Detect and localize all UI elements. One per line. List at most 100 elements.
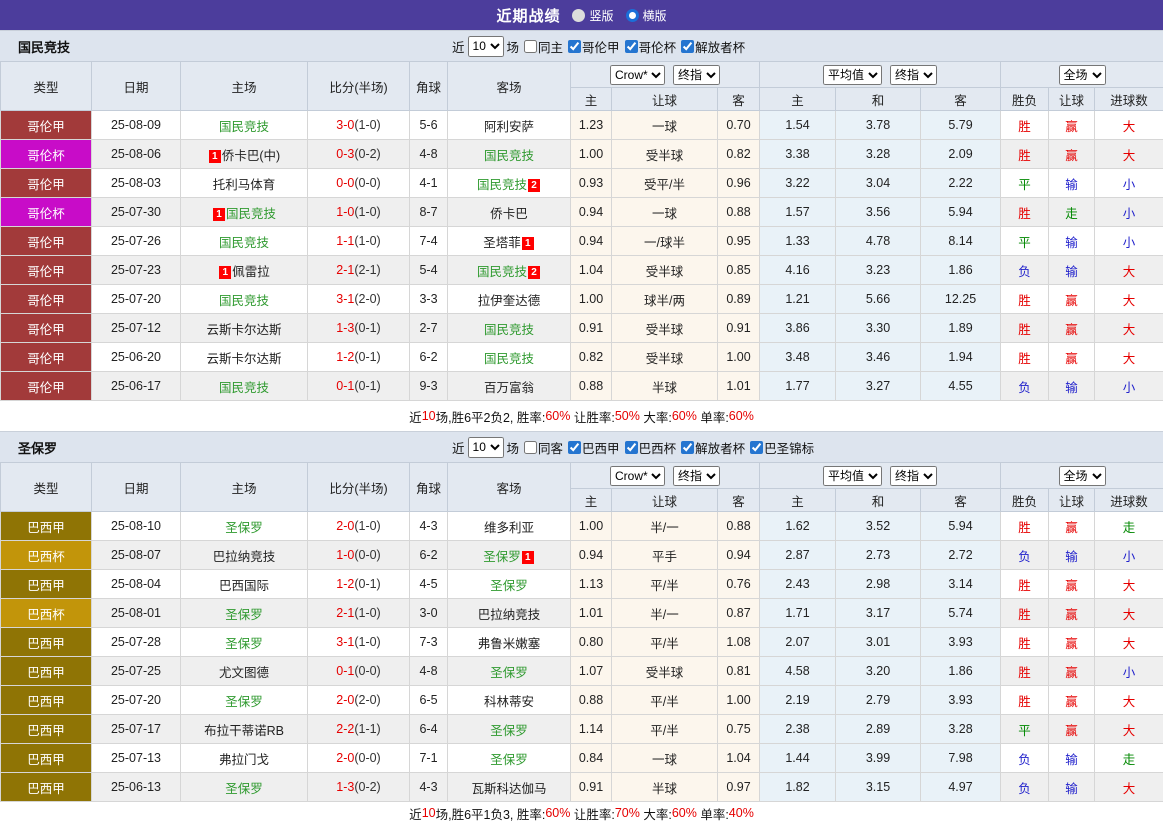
team-link[interactable]: 国民竞技 (219, 294, 269, 308)
team-link[interactable]: 尤文图德 (219, 666, 269, 680)
bookmaker-select[interactable]: Crow* (610, 65, 665, 85)
team-link[interactable]: 圣保罗 (225, 608, 263, 622)
odds-stage-select-2[interactable]: 终指 (890, 65, 937, 85)
team-link[interactable]: 圣保罗 (225, 637, 263, 651)
team-link[interactable]: 国民竞技 (226, 207, 276, 221)
league-checkbox-input[interactable] (625, 441, 638, 454)
team-link[interactable]: 圣保罗 (490, 579, 528, 593)
team-link[interactable]: 圣保罗 (225, 782, 263, 796)
team-link[interactable]: 百万富翁 (484, 381, 534, 395)
team-link[interactable]: 佩雷拉 (232, 265, 270, 279)
team-link[interactable]: 圣保罗 (490, 666, 528, 680)
team-link[interactable]: 侨卡巴 (490, 207, 528, 221)
average-select[interactable]: 平均值 (823, 65, 882, 85)
league-checkbox-input[interactable] (568, 441, 581, 454)
team-link[interactable]: 弗拉门戈 (219, 753, 269, 767)
team-link[interactable]: 科林蒂安 (484, 695, 534, 709)
team-link[interactable]: 云斯卡尔达斯 (206, 352, 281, 366)
team-link[interactable]: 布拉干蒂诺RB (204, 724, 284, 738)
average-select[interactable]: 平均值 (823, 466, 882, 486)
results-table-team1: 类型 日期 主场 比分(半场) 角球 客场 Crow*终指 平均值终指 全场 主… (0, 61, 1163, 401)
avg-draw-cell: 3.17 (836, 599, 921, 628)
result-wdl-cell: 负 (1001, 773, 1049, 802)
date-cell: 25-08-06 (92, 140, 181, 169)
odds-away-cell: 1.00 (718, 686, 760, 715)
fulltime-select[interactable]: 全场 (1059, 466, 1106, 486)
avg-away-cell: 5.79 (921, 111, 1001, 140)
team-link[interactable]: 圣保罗 (225, 521, 263, 535)
result-handicap-cell: 赢 (1049, 343, 1095, 372)
team-link[interactable]: 国民竞技 (484, 352, 534, 366)
fulltime-select[interactable]: 全场 (1059, 65, 1106, 85)
team-link[interactable]: 阿利安萨 (484, 120, 534, 134)
bookmaker-select[interactable]: Crow* (610, 466, 665, 486)
team-link[interactable]: 拉伊奎达德 (478, 294, 541, 308)
team-link[interactable]: 国民竞技 (219, 381, 269, 395)
league-checkbox[interactable]: 哥伦杯 (620, 37, 677, 56)
odds-stage-select-1[interactable]: 终指 (673, 65, 720, 85)
same-venue-checkbox-input[interactable] (524, 441, 537, 454)
team-link[interactable]: 国民竞技 (219, 120, 269, 134)
team-link[interactable]: 国民竞技 (484, 323, 534, 337)
team-link[interactable]: 圣保罗 (225, 695, 263, 709)
result-goals-cell: 大 (1095, 111, 1163, 140)
team-link[interactable]: 国民竞技 (219, 236, 269, 250)
avg-away-cell: 3.93 (921, 628, 1001, 657)
score-cell: 2-1(1-0) (308, 599, 410, 628)
match-row: 哥伦甲25-08-09国民竞技3-0(1-0)5-6阿利安萨1.23一球0.70… (1, 111, 1163, 140)
avg-away-cell: 2.72 (921, 541, 1001, 570)
radio-selected-icon[interactable] (626, 9, 639, 22)
league-checkbox[interactable]: 巴圣锦标 (745, 438, 814, 457)
halftime-score: (2-1) (354, 263, 380, 277)
team-link[interactable]: 云斯卡尔达斯 (206, 323, 281, 337)
team-link[interactable]: 圣保罗 (490, 724, 528, 738)
team-link[interactable]: 国民竞技 (477, 265, 527, 279)
team-link[interactable]: 侨卡巴(中) (222, 149, 280, 163)
team-link[interactable]: 圣保罗 (490, 753, 528, 767)
home-team-cell: 1佩雷拉 (181, 256, 308, 285)
layout-vertical-radio[interactable]: 竖版 (572, 7, 613, 24)
league-checkbox-input[interactable] (750, 441, 763, 454)
odds-stage-select-2[interactable]: 终指 (890, 466, 937, 486)
team-link[interactable]: 圣保罗 (483, 550, 521, 564)
team-link[interactable]: 国民竞技 (484, 149, 534, 163)
corner-cell: 9-3 (410, 372, 448, 401)
fulltime-score: 1-2 (336, 577, 354, 591)
league-checkbox[interactable]: 巴西杯 (620, 438, 677, 457)
team-link[interactable]: 维多利亚 (484, 521, 534, 535)
avg-draw-cell: 5.66 (836, 285, 921, 314)
league-checkbox-input[interactable] (568, 40, 581, 53)
team-link[interactable]: 巴拉纳竞技 (478, 608, 541, 622)
match-count-select[interactable]: 10 (468, 437, 504, 458)
league-checkbox[interactable]: 哥伦甲 (563, 37, 620, 56)
league-checkbox[interactable]: 巴西甲 (563, 438, 620, 457)
team-link[interactable]: 弗鲁米嫩塞 (478, 637, 541, 651)
team-link[interactable]: 圣塔菲 (483, 236, 521, 250)
league-checkbox[interactable]: 解放者杯 (676, 438, 745, 457)
team-link[interactable]: 国民竞技 (477, 178, 527, 192)
same-venue-checkbox[interactable]: 同主 (519, 37, 563, 56)
sub-col-handicap: 让球 (612, 489, 718, 512)
league-checkbox-input[interactable] (681, 40, 694, 53)
same-venue-checkbox[interactable]: 同客 (519, 438, 563, 457)
league-checkbox[interactable]: 解放者杯 (676, 37, 745, 56)
league-checkbox-input[interactable] (625, 40, 638, 53)
corner-cell: 4-3 (410, 512, 448, 541)
team-link[interactable]: 巴西国际 (219, 579, 269, 593)
odds-stage-select-1[interactable]: 终指 (673, 466, 720, 486)
avg-draw-cell: 3.78 (836, 111, 921, 140)
same-venue-checkbox-input[interactable] (524, 40, 537, 53)
corner-cell: 6-2 (410, 343, 448, 372)
team-link[interactable]: 瓦斯科达伽马 (471, 782, 546, 796)
match-count-select[interactable]: 10 (468, 36, 504, 57)
team-link[interactable]: 巴拉纳竞技 (213, 550, 276, 564)
odds-handicap-cell: 一球 (612, 198, 718, 227)
league-checkbox-input[interactable] (681, 441, 694, 454)
avg-home-cell: 1.82 (760, 773, 836, 802)
layout-horizontal-radio[interactable]: 横版 (626, 7, 667, 24)
avg-home-cell: 2.43 (760, 570, 836, 599)
radio-unselected-icon[interactable] (572, 9, 585, 22)
corner-cell: 4-3 (410, 773, 448, 802)
red-card-badge: 2 (528, 179, 540, 192)
team-link[interactable]: 托利马体育 (213, 178, 276, 192)
